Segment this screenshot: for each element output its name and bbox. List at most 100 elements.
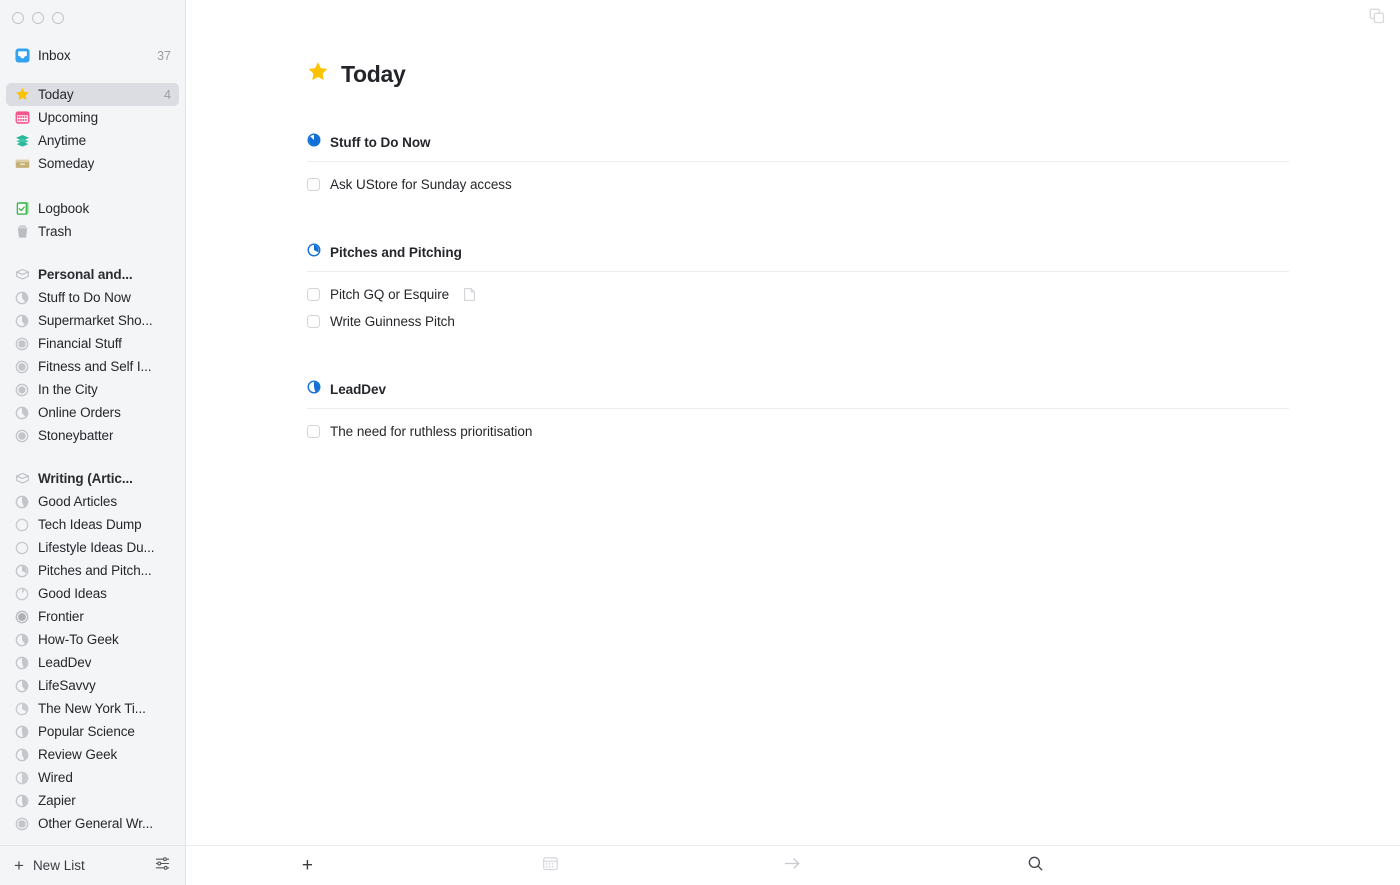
sidebar-project-label: Good Articles: [38, 494, 117, 509]
sidebar-project-frontier[interactable]: Frontier: [6, 605, 179, 628]
plus-icon: +: [14, 856, 24, 875]
settings-button[interactable]: [154, 855, 171, 877]
sidebar-project-zapier[interactable]: Zapier: [6, 789, 179, 812]
sidebar-project-other-general-writing[interactable]: Other General Wr...: [6, 812, 179, 835]
sidebar-project-pitches-and-pitching[interactable]: Pitches and Pitch...: [6, 559, 179, 582]
sidebar-project-financial-stuff[interactable]: Financial Stuff: [6, 332, 179, 355]
group-header-stuff-to-do-now[interactable]: Stuff to Do Now: [307, 133, 1289, 162]
star-icon: [14, 87, 30, 103]
project-progress-icon: [14, 747, 30, 763]
windows-copy-icon[interactable]: [1368, 7, 1386, 25]
sidebar-project-fitness-and-self-improvement[interactable]: Fitness and Self I...: [6, 355, 179, 378]
box-icon: [14, 156, 30, 172]
sidebar-project-online-orders[interactable]: Online Orders: [6, 401, 179, 424]
sidebar-project-label: Stuff to Do Now: [38, 290, 131, 305]
close-window-button[interactable]: [12, 12, 24, 24]
schedule-button[interactable]: [429, 846, 672, 885]
sidebar-item-label: Anytime: [38, 133, 87, 148]
todo-list: The need for ruthless prioritisation: [307, 409, 1289, 445]
sidebar-item-label: Trash: [38, 224, 72, 239]
minimize-window-button[interactable]: [32, 12, 44, 24]
todo-title: Write Guinness Pitch: [330, 314, 455, 329]
sidebar-project-popular-science[interactable]: Popular Science: [6, 720, 179, 743]
sidebar-project-the-new-york-times[interactable]: The New York Ti...: [6, 697, 179, 720]
sidebar-project-leaddev[interactable]: LeadDev: [6, 651, 179, 674]
project-progress-icon: [14, 540, 30, 556]
main-bottom-toolbar: +: [186, 845, 1400, 885]
sidebar-item-anytime[interactable]: Anytime: [6, 129, 179, 152]
sidebar: Inbox 37 Today 4 Upcoming Anytime Someda…: [0, 0, 186, 885]
sidebar-item-label: Upcoming: [38, 110, 98, 125]
project-progress-icon: [14, 609, 30, 625]
todo-list: Pitch GQ or Esquire Write Guinness Pitch: [307, 272, 1289, 335]
sidebar-area-personal[interactable]: Personal and...: [6, 263, 179, 286]
todo-checkbox[interactable]: [307, 288, 320, 301]
sidebar-project-stuff-to-do-now[interactable]: Stuff to Do Now: [6, 286, 179, 309]
sidebar-project-supermarket-shopping[interactable]: Supermarket Sho...: [6, 309, 179, 332]
project-progress-icon: [14, 770, 30, 786]
sidebar-project-how-to-geek[interactable]: How-To Geek: [6, 628, 179, 651]
plus-icon: +: [301, 855, 313, 876]
calendar-icon: [14, 110, 30, 126]
group-title: Stuff to Do Now: [330, 135, 431, 150]
sidebar-project-stoneybatter[interactable]: Stoneybatter: [6, 424, 179, 447]
new-list-button[interactable]: + New List: [14, 857, 85, 874]
sidebar-project-good-articles[interactable]: Good Articles: [6, 490, 179, 513]
sidebar-project-label: LifeSavvy: [38, 678, 96, 693]
sidebar-project-label: Other General Wr...: [38, 816, 153, 831]
todo-item[interactable]: The need for ruthless prioritisation: [307, 418, 1289, 445]
sidebar-nav: Inbox 37 Today 4 Upcoming Anytime Someda…: [0, 34, 185, 845]
sidebar-project-tech-ideas-dump[interactable]: Tech Ideas Dump: [6, 513, 179, 536]
task-group: Stuff to Do Now Ask UStore for Sunday ac…: [307, 133, 1289, 198]
sidebar-item-someday[interactable]: Someday: [6, 152, 179, 175]
calendar-icon: [542, 855, 559, 877]
sidebar-item-upcoming[interactable]: Upcoming: [6, 106, 179, 129]
sidebar-item-logbook[interactable]: Logbook: [6, 197, 179, 220]
sidebar-item-today[interactable]: Today 4: [6, 83, 179, 106]
sidebar-project-label: Online Orders: [38, 405, 121, 420]
project-progress-icon: [14, 313, 30, 329]
search-icon: [1027, 855, 1044, 877]
sidebar-project-good-ideas[interactable]: Good Ideas: [6, 582, 179, 605]
sidebar-item-inbox[interactable]: Inbox 37: [6, 44, 179, 67]
group-header-leaddev[interactable]: LeadDev: [307, 380, 1289, 409]
search-button[interactable]: [914, 846, 1157, 885]
todo-checkbox[interactable]: [307, 425, 320, 438]
sidebar-project-label: Lifestyle Ideas Du...: [38, 540, 155, 555]
new-todo-button[interactable]: +: [186, 846, 429, 885]
todo-item[interactable]: Pitch GQ or Esquire: [307, 281, 1289, 308]
sidebar-project-lifestyle-ideas-dump[interactable]: Lifestyle Ideas Du...: [6, 536, 179, 559]
sidebar-project-label: LeadDev: [38, 655, 92, 670]
sidebar-item-label: Today: [38, 87, 74, 102]
sidebar-project-list-writing: Good Articles Tech Ideas Dump Lifestyle …: [0, 490, 185, 835]
sidebar-project-in-the-city[interactable]: In the City: [6, 378, 179, 401]
todo-item[interactable]: Ask UStore for Sunday access: [307, 171, 1289, 198]
sidebar-item-trash[interactable]: Trash: [6, 220, 179, 243]
sidebar-area-label: Personal and...: [38, 267, 133, 282]
new-list-label: New List: [32, 858, 85, 873]
task-group: Pitches and Pitching Pitch GQ or Esquire: [307, 243, 1289, 335]
sidebar-area-label: Writing (Artic...: [38, 471, 133, 486]
zoom-window-button[interactable]: [52, 12, 64, 24]
sidebar-project-wired[interactable]: Wired: [6, 766, 179, 789]
area-icon: [14, 471, 30, 487]
todo-item[interactable]: Write Guinness Pitch: [307, 308, 1289, 335]
sidebar-project-label: Tech Ideas Dump: [38, 517, 142, 532]
todo-list: Ask UStore for Sunday access: [307, 162, 1289, 198]
sidebar-project-label: In the City: [38, 382, 98, 397]
sidebar-project-review-geek[interactable]: Review Geek: [6, 743, 179, 766]
sidebar-item-label: Inbox: [38, 48, 71, 63]
sidebar-project-label: Financial Stuff: [38, 336, 122, 351]
star-icon: [307, 61, 329, 88]
group-header-pitches-and-pitching[interactable]: Pitches and Pitching: [307, 243, 1289, 272]
project-progress-icon: [14, 701, 30, 717]
todo-checkbox[interactable]: [307, 315, 320, 328]
traffic-lights: [0, 0, 185, 34]
move-button[interactable]: [672, 846, 915, 885]
sidebar-area-writing[interactable]: Writing (Artic...: [6, 467, 179, 490]
todo-checkbox[interactable]: [307, 178, 320, 191]
sidebar-project-lifesavvy[interactable]: LifeSavvy: [6, 674, 179, 697]
arrow-right-icon: [783, 855, 802, 877]
project-progress-icon: [14, 816, 30, 832]
